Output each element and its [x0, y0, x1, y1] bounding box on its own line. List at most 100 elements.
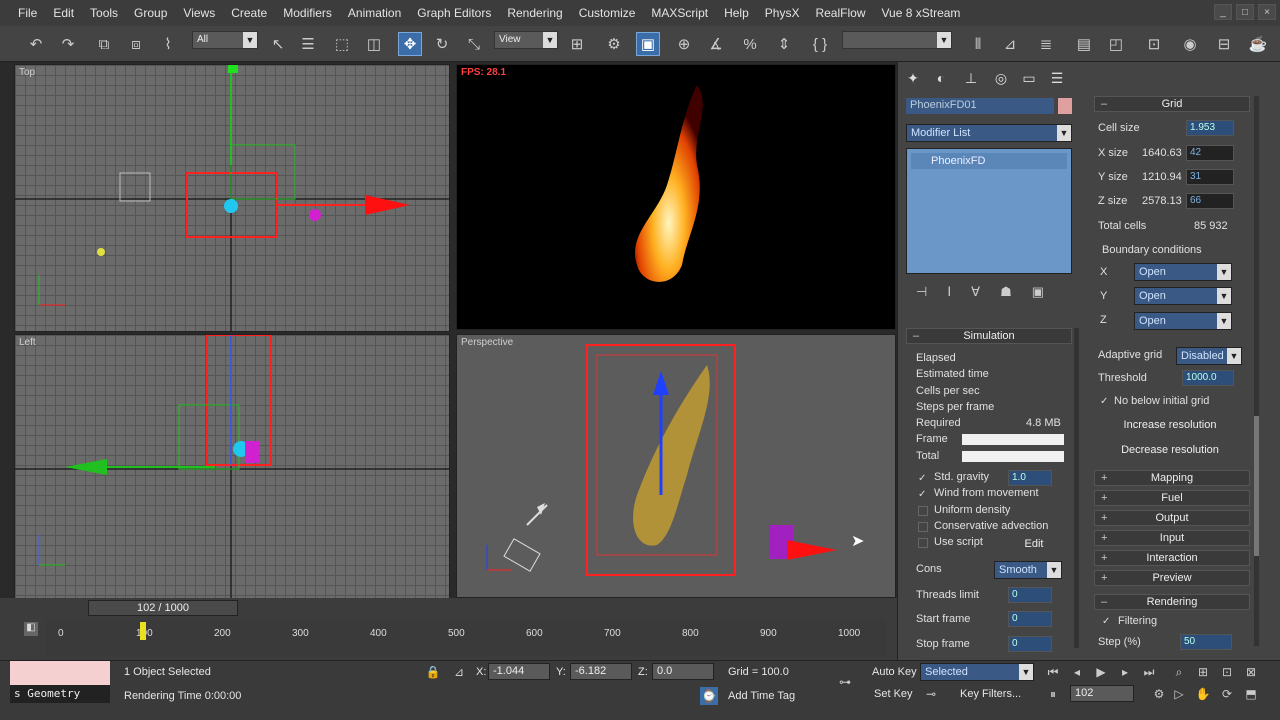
- select-object-icon[interactable]: ↖: [266, 32, 290, 56]
- use-script-checkbox[interactable]: [918, 538, 928, 548]
- material-editor-icon[interactable]: ◉: [1178, 32, 1202, 56]
- menu-create[interactable]: Create: [223, 6, 275, 20]
- rollout-interaction[interactable]: + Interaction: [1094, 550, 1250, 566]
- reference-coordinate-dropdown[interactable]: View ▼: [494, 31, 558, 49]
- stack-item-phoenixfd[interactable]: PhoenixFD: [911, 153, 1067, 169]
- time-config-icon[interactable]: ⚙: [1150, 685, 1168, 703]
- uniform-density-checkbox[interactable]: [918, 506, 928, 516]
- zoom-icon[interactable]: ⌕: [1170, 663, 1188, 681]
- key-set-dropdown[interactable]: Selected ▼: [920, 663, 1034, 681]
- viewport-left[interactable]: Left: [14, 334, 450, 600]
- add-time-tag-button[interactable]: Add Time Tag: [728, 690, 795, 702]
- goto-end-icon[interactable]: ⏭: [1140, 663, 1158, 681]
- modifier-list-dropdown[interactable]: Modifier List ▼: [906, 124, 1072, 142]
- menu-customize[interactable]: Customize: [571, 6, 644, 20]
- redo-icon[interactable]: ↷: [56, 32, 80, 56]
- time-tag-icon[interactable]: ⌚: [700, 687, 718, 705]
- absolute-mode-icon[interactable]: ⊿: [450, 663, 468, 681]
- key-mode-toggle-icon[interactable]: ⏸: [1044, 685, 1062, 703]
- menu-physx[interactable]: PhysX: [757, 6, 808, 20]
- edit-script-button[interactable]: Edit: [1016, 535, 1052, 553]
- gravity-spinner[interactable]: 1.0: [1008, 470, 1052, 486]
- rollout-input[interactable]: + Input: [1094, 530, 1250, 546]
- simulation-rollout[interactable]: – Simulation: [906, 328, 1072, 344]
- menu-realflow[interactable]: RealFlow: [807, 6, 873, 20]
- current-frame-field[interactable]: 102: [1070, 685, 1134, 702]
- object-color-swatch[interactable]: [1058, 98, 1072, 114]
- hierarchy-tab-icon[interactable]: ⊥: [960, 68, 982, 88]
- configure-sets-icon[interactable]: ▣: [1032, 284, 1044, 300]
- maxscript-input[interactable]: s Geometry: [10, 685, 110, 703]
- render-setup-icon[interactable]: ⊟: [1212, 32, 1236, 56]
- rollout-fuel[interactable]: + Fuel: [1094, 490, 1250, 506]
- make-unique-icon[interactable]: ∀: [971, 284, 980, 300]
- named-selection-dropdown[interactable]: ▼: [842, 31, 952, 49]
- move-icon[interactable]: ✥: [398, 32, 422, 56]
- zoom-all-icon[interactable]: ⊞: [1194, 663, 1212, 681]
- viewport-render[interactable]: FPS: 28.1: [456, 64, 896, 330]
- boundary-z-dropdown[interactable]: Open ▼: [1134, 312, 1232, 330]
- menu-modifiers[interactable]: Modifiers: [275, 6, 340, 20]
- show-end-result-icon[interactable]: Ⅰ: [947, 284, 951, 300]
- named-selection-icon[interactable]: { }: [808, 32, 832, 56]
- maximize-icon[interactable]: □: [1236, 4, 1254, 20]
- window-crossing-icon[interactable]: ◫: [362, 32, 386, 56]
- rendering-rollout[interactable]: – Rendering: [1094, 594, 1250, 610]
- next-frame-icon[interactable]: ▸: [1116, 663, 1134, 681]
- motion-tab-icon[interactable]: ◎: [990, 68, 1012, 88]
- zoom-extents-all-icon[interactable]: ⊠: [1242, 663, 1260, 681]
- pin-stack-icon[interactable]: ⊣: [916, 284, 927, 300]
- remove-modifier-icon[interactable]: ☗: [1000, 284, 1012, 300]
- viewport-perspective[interactable]: Perspective ➤: [456, 334, 896, 598]
- lock-selection-icon[interactable]: 🔒: [424, 663, 442, 681]
- goto-start-icon[interactable]: ⏮: [1044, 663, 1062, 681]
- minimize-icon[interactable]: _: [1214, 4, 1232, 20]
- angle-snap-icon[interactable]: ∡: [704, 32, 728, 56]
- menu-rendering[interactable]: Rendering: [499, 6, 570, 20]
- close-icon[interactable]: ×: [1258, 4, 1276, 20]
- select-manipulate-icon[interactable]: ⚙: [602, 32, 626, 56]
- utilities-tab-icon[interactable]: ☰: [1046, 68, 1068, 88]
- grid-panel-scrollbar[interactable]: [1254, 96, 1259, 646]
- time-marker[interactable]: [140, 622, 146, 640]
- object-name-field[interactable]: PhoenixFD01: [906, 98, 1054, 114]
- menu-animation[interactable]: Animation: [340, 6, 409, 20]
- unlink-icon[interactable]: ⧈: [124, 32, 148, 56]
- menu-views[interactable]: Views: [175, 6, 223, 20]
- play-icon[interactable]: ▶: [1092, 663, 1110, 681]
- set-key-button[interactable]: Set Key: [874, 688, 913, 700]
- layer-manager-icon[interactable]: ≣: [1034, 32, 1058, 56]
- threshold-spinner[interactable]: 1000.0: [1182, 370, 1234, 386]
- decrease-resolution-button[interactable]: Decrease resolution: [1106, 441, 1234, 459]
- key-mode-icon[interactable]: ⊶: [836, 673, 854, 691]
- create-tab-icon[interactable]: ✦: [902, 68, 924, 88]
- spinner-snap-icon[interactable]: ⇕: [772, 32, 796, 56]
- z-coord-field[interactable]: 0.0: [652, 663, 714, 680]
- auto-key-button[interactable]: Auto Key: [872, 666, 917, 678]
- boundary-x-dropdown[interactable]: Open ▼: [1134, 263, 1232, 281]
- link-icon[interactable]: ⧉: [92, 32, 116, 56]
- menu-group[interactable]: Group: [126, 6, 175, 20]
- fov-icon[interactable]: ▷: [1170, 685, 1188, 703]
- cell-size-spinner[interactable]: 1.953: [1186, 120, 1234, 136]
- menu-file[interactable]: File: [10, 6, 45, 20]
- pivot-center-icon[interactable]: ⊞: [565, 32, 589, 56]
- undo-icon[interactable]: ↶: [24, 32, 48, 56]
- rollout-output[interactable]: + Output: [1094, 510, 1250, 526]
- boundary-y-dropdown[interactable]: Open ▼: [1134, 287, 1232, 305]
- scale-icon[interactable]: ⤡: [462, 32, 486, 56]
- x-coord-field[interactable]: -1.044: [488, 663, 550, 680]
- modify-tab-icon[interactable]: ◐: [930, 68, 952, 88]
- zoom-extents-icon[interactable]: ⊡: [1218, 663, 1236, 681]
- wind-checkbox[interactable]: ✓: [918, 490, 928, 500]
- no-below-checkbox[interactable]: ✓: [1100, 397, 1110, 407]
- menu-maxscript[interactable]: MAXScript: [643, 6, 716, 20]
- curve-editor-icon[interactable]: ◰: [1104, 32, 1128, 56]
- select-by-name-icon[interactable]: ☰: [296, 32, 320, 56]
- set-keys-icon[interactable]: ⊸: [922, 685, 940, 703]
- pan-icon[interactable]: ✋: [1194, 685, 1212, 703]
- y-coord-field[interactable]: -6.182: [570, 663, 632, 680]
- prev-frame-icon[interactable]: ◂: [1068, 663, 1086, 681]
- schematic-view-icon[interactable]: ⊡: [1142, 32, 1166, 56]
- rollout-preview[interactable]: + Preview: [1094, 570, 1250, 586]
